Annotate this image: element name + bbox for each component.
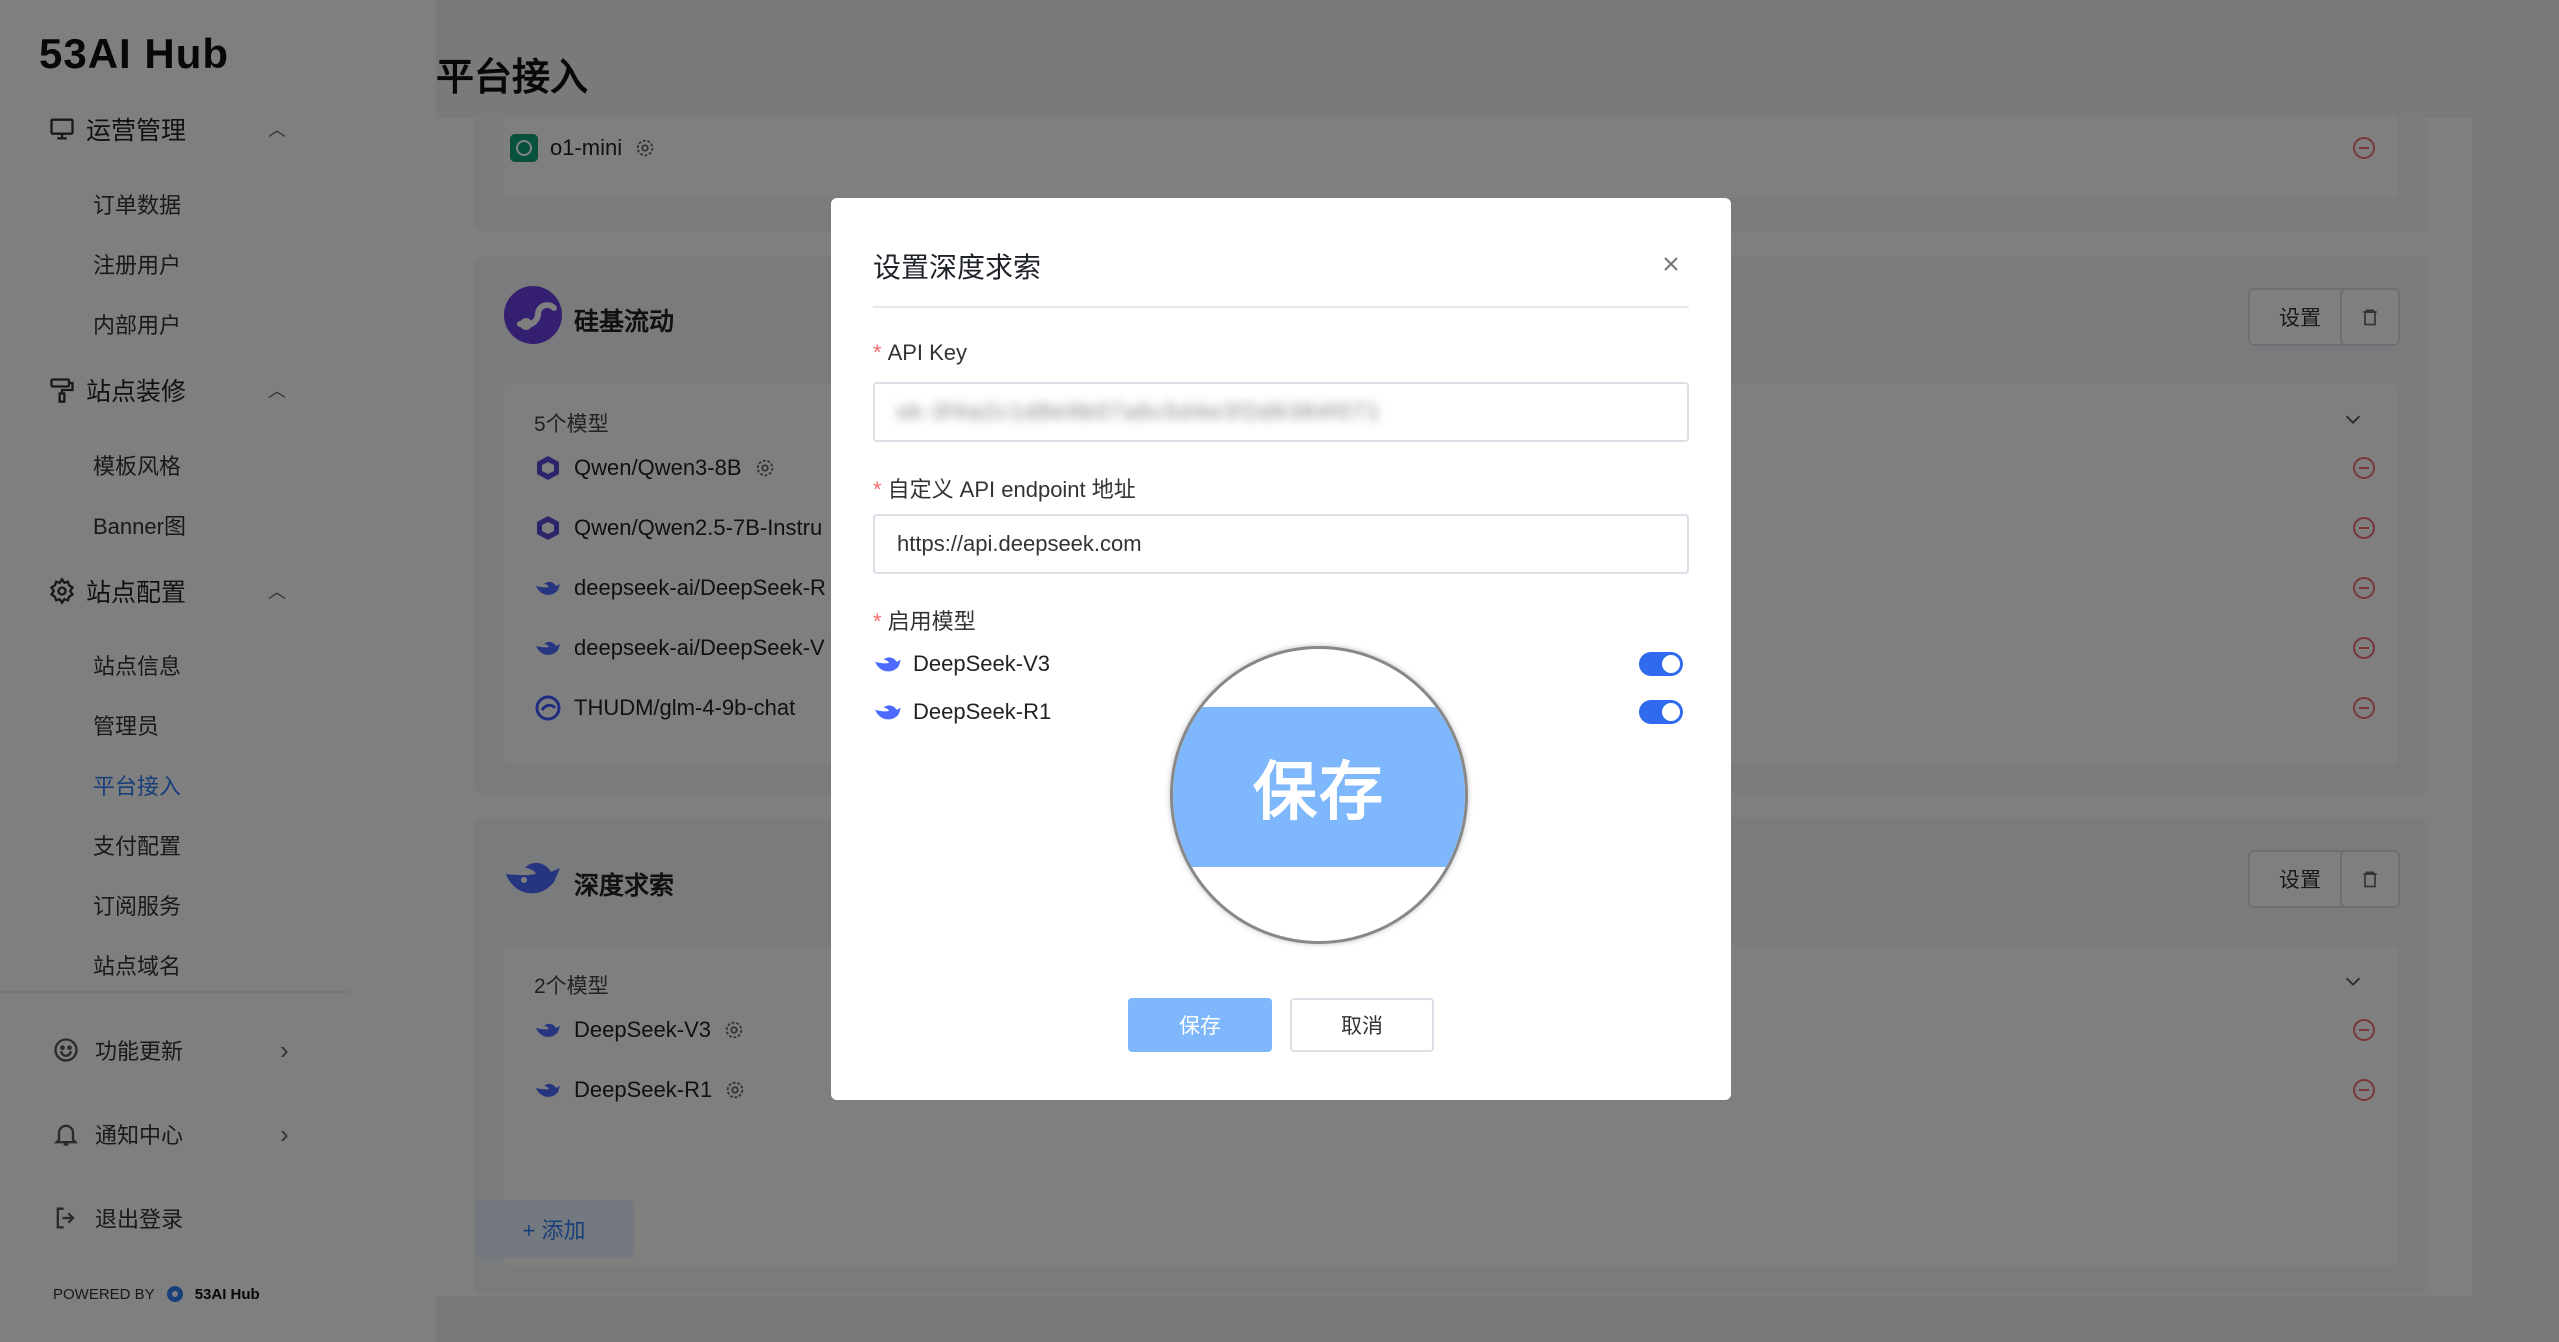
endpoint-label: * 自定义 API endpoint 地址: [873, 477, 1136, 502]
model-name: DeepSeek-R1: [913, 699, 1052, 724]
endpoint-input[interactable]: https://api.deepseek.com: [873, 514, 1689, 574]
models-label: * 启用模型: [873, 609, 976, 634]
api-key-label: * API Key: [873, 340, 968, 365]
model-toggle[interactable]: [1639, 700, 1683, 724]
required-mark: *: [873, 340, 882, 365]
modal-title: 设置深度求索: [873, 252, 1042, 283]
magnified-save-button: 保存: [1173, 707, 1465, 867]
required-mark: *: [873, 477, 882, 502]
deepseek-icon: [875, 705, 901, 720]
modal-divider: [873, 306, 1689, 308]
api-key-input[interactable]: sk-3f4a2c1d8e9b07a6c5d4e3f2d6384f071: [873, 382, 1689, 442]
api-key-value: sk-3f4a2c1d8e9b07a6c5d4e3f2d6384f071: [897, 399, 1382, 424]
model-name: DeepSeek-V3: [913, 651, 1050, 676]
cancel-button[interactable]: 取消: [1290, 998, 1434, 1052]
deepseek-icon: [875, 657, 901, 672]
required-mark: *: [873, 609, 882, 634]
magnifier-lens: 保存: [1170, 646, 1468, 944]
close-icon[interactable]: [1659, 252, 1683, 276]
model-toggle[interactable]: [1639, 652, 1683, 676]
endpoint-value: https://api.deepseek.com: [897, 531, 1142, 556]
settings-modal: 设置深度求索 * API Key sk-3f4a2c1d8e9b07a6c5d4e…: [831, 198, 1731, 1100]
save-button[interactable]: 保存: [1128, 998, 1272, 1052]
